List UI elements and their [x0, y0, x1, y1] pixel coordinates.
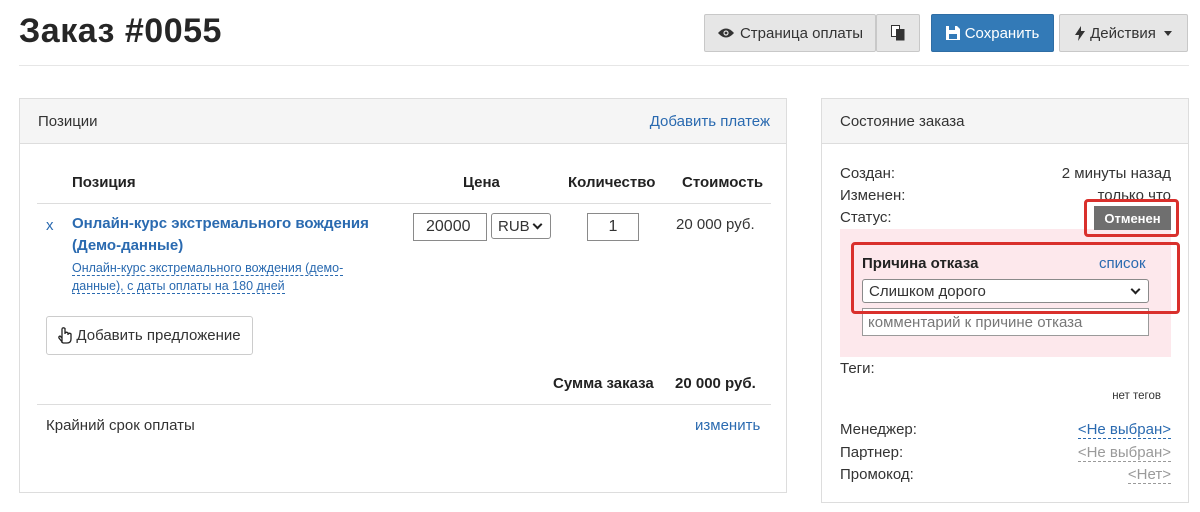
deadline-divider: [37, 404, 771, 405]
deadline-label: Крайний срок оплаты: [46, 417, 195, 434]
actions-dropdown-button[interactable]: Действия: [1059, 14, 1188, 52]
bolt-icon: [1075, 25, 1086, 41]
item-description[interactable]: Онлайн-курс экстремального вождения (дем…: [72, 261, 344, 276]
column-quantity: Количество: [568, 174, 656, 191]
created-value: 2 минуты назад: [1061, 165, 1171, 182]
add-offer-label: Добавить предложение: [76, 327, 241, 344]
total-label: Сумма заказа: [553, 375, 654, 392]
hand-pointer-icon: [58, 327, 73, 344]
positions-panel: Позиции Добавить платеж Позиция Цена Кол…: [19, 98, 787, 493]
add-payment-link[interactable]: Добавить платеж: [650, 113, 770, 130]
column-price: Цена: [463, 174, 500, 191]
partner-selector[interactable]: <Не выбран>: [1077, 444, 1171, 462]
copy-icon: [891, 25, 905, 41]
save-button[interactable]: Сохранить: [931, 14, 1054, 52]
add-offer-button[interactable]: Добавить предложение: [46, 316, 253, 355]
item-description-line2[interactable]: данные), с даты оплаты на 180 дней: [72, 279, 285, 294]
promo-selector[interactable]: <Нет>: [1127, 466, 1171, 484]
item-cost: 20 000 руб.: [676, 216, 755, 233]
order-status-header: Состояние заказа: [822, 99, 1188, 144]
item-name-line2[interactable]: (Демо-данные): [72, 237, 183, 254]
partner-label: Партнер:: [840, 444, 904, 461]
header-divider: [19, 65, 1189, 66]
tags-label: Теги:: [840, 360, 875, 377]
column-position: Позиция: [72, 174, 136, 191]
floppy-icon: [945, 26, 960, 40]
order-status-heading: Состояние заказа: [840, 112, 965, 130]
currency-select[interactable]: RUB: [491, 213, 551, 239]
table-header-divider: [37, 203, 771, 204]
promo-label: Промокод:: [840, 466, 914, 483]
page-title: Заказ #0055: [19, 12, 222, 50]
payment-page-button[interactable]: Страница оплаты: [704, 14, 876, 52]
status-label: Статус:: [840, 209, 892, 226]
remove-item-button[interactable]: x: [46, 217, 54, 234]
positions-heading: Позиции: [38, 112, 98, 130]
modified-label: Изменен:: [840, 187, 906, 204]
payment-page-label: Страница оплаты: [739, 24, 864, 42]
caret-down-icon: [1163, 30, 1172, 36]
save-label: Сохранить: [964, 24, 1040, 42]
status-highlight-box: [1084, 199, 1179, 237]
reason-highlight-box: [851, 242, 1180, 314]
item-name[interactable]: Онлайн-курс экстремального вождения: [72, 215, 369, 232]
copy-button[interactable]: [876, 14, 920, 52]
quantity-input[interactable]: 1: [587, 213, 639, 241]
tags-value: нет тегов: [1112, 390, 1161, 402]
change-deadline-link[interactable]: изменить: [695, 417, 760, 434]
eye-icon: [717, 28, 734, 38]
manager-label: Менеджер:: [840, 421, 917, 438]
created-label: Создан:: [840, 165, 896, 182]
chevron-down-icon: [532, 219, 543, 229]
currency-value: RUB: [498, 217, 530, 235]
price-input[interactable]: 20000: [413, 213, 487, 241]
actions-label: Действия: [1090, 24, 1156, 42]
manager-selector[interactable]: <Не выбран>: [1077, 421, 1171, 439]
column-cost: Стоимость: [682, 174, 764, 191]
total-value: 20 000 руб.: [675, 375, 756, 392]
